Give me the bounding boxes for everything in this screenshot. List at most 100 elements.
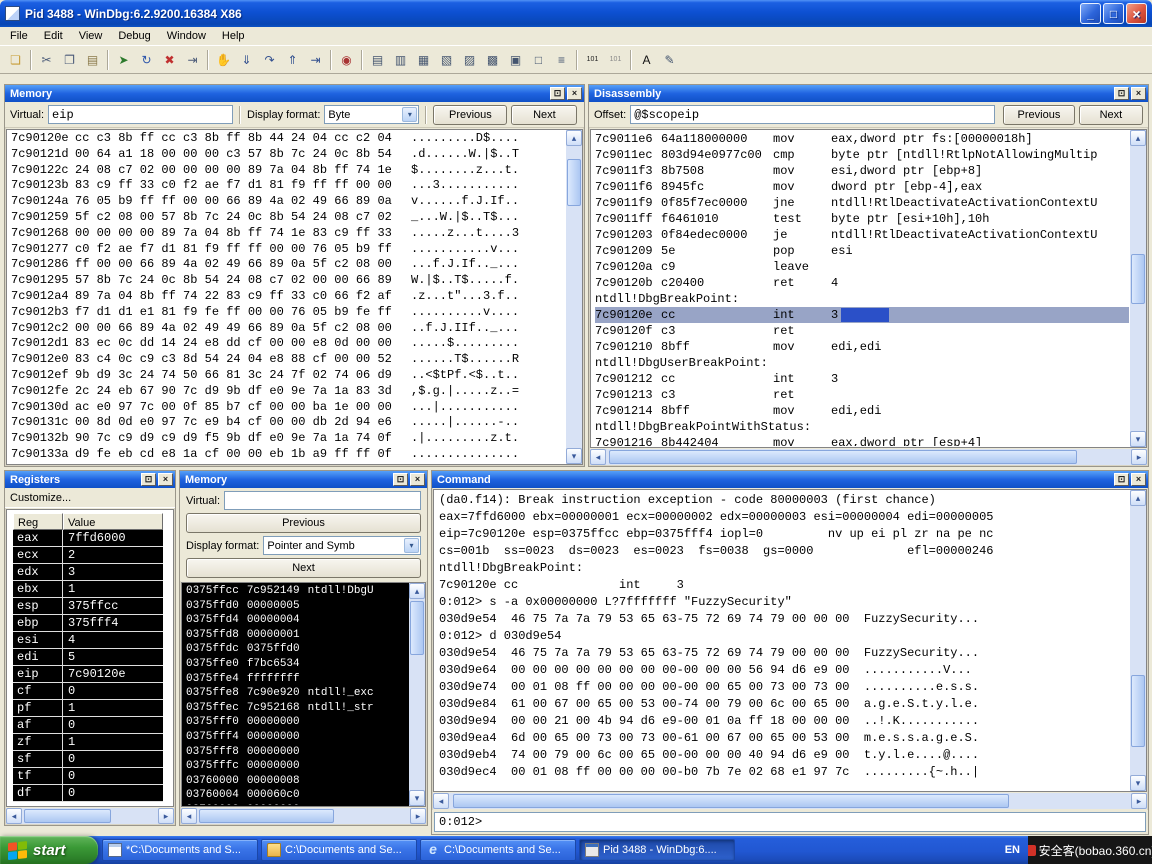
go-button[interactable]: ➤ — [112, 49, 135, 71]
disassembly-listing[interactable]: 7c9011e664a118000000moveax,dword ptr fs:… — [595, 131, 1129, 446]
memory1-content[interactable]: 7c90120ecc c3 8b ff cc c3 8b ff 8b 44 24… — [6, 129, 583, 465]
command-horizontal-scrollbar[interactable]: ◂▸ — [433, 793, 1147, 809]
scroll-thumb[interactable] — [199, 809, 334, 823]
scroll-thumb[interactable] — [609, 450, 1077, 464]
menu-item-edit[interactable]: Edit — [36, 28, 71, 44]
chevron-down-icon[interactable]: ▾ — [402, 107, 417, 122]
title-bar[interactable]: Pid 3488 - WinDbg:6.2.9200.16384 X86 _ □… — [0, 0, 1152, 27]
value-column-header[interactable]: Value — [63, 513, 163, 530]
scroll-left-button[interactable]: ◂ — [181, 808, 197, 824]
scroll-thumb[interactable] — [567, 159, 581, 206]
menu-item-window[interactable]: Window — [159, 28, 214, 44]
registers-horizontal-scrollbar[interactable]: ◂▸ — [6, 808, 174, 824]
memory1-title-bar[interactable]: Memory ⊡ × — [5, 85, 584, 102]
copy-button[interactable]: ❐ — [58, 49, 81, 71]
memory2-title-bar[interactable]: Memory ⊡ × — [180, 471, 427, 488]
memory1-previous-button[interactable]: Previous — [433, 105, 507, 125]
memory1-next-button[interactable]: Next — [511, 105, 577, 125]
start-button[interactable]: start — [0, 836, 98, 864]
disassembly-window-button[interactable]: ▣ — [504, 49, 527, 71]
memory-pointer-dump[interactable]: 0375ffcc7c952149ntdll!DbgU0375ffd0000000… — [186, 584, 408, 805]
disassembly-next-button[interactable]: Next — [1079, 105, 1143, 125]
run-to-cursor-button[interactable]: ⇥ — [304, 49, 327, 71]
disassembly-previous-button[interactable]: Previous — [1003, 105, 1075, 125]
scroll-down-button[interactable]: ▾ — [566, 448, 582, 464]
menu-item-file[interactable]: File — [2, 28, 36, 44]
memory2-previous-button[interactable]: Previous — [186, 513, 421, 533]
memory2-horizontal-scrollbar[interactable]: ◂▸ — [181, 808, 426, 824]
memory-window-button[interactable]: ▨ — [458, 49, 481, 71]
memory2-close-button[interactable]: × — [410, 473, 425, 486]
reg-column-header[interactable]: Reg — [13, 513, 63, 530]
disassembly-dock-button[interactable]: ⊡ — [1114, 87, 1129, 100]
scratch-pad-button[interactable]: □ — [527, 49, 550, 71]
scroll-thumb[interactable] — [24, 809, 111, 823]
scroll-left-button[interactable]: ◂ — [433, 793, 449, 809]
memory2-dock-button[interactable]: ⊡ — [393, 473, 408, 486]
disassembly-offset-input[interactable] — [630, 105, 995, 124]
properties-button[interactable]: ✎ — [658, 49, 681, 71]
registers-window-button[interactable]: ▧ — [435, 49, 458, 71]
stop-debugging-button[interactable]: ✖ — [158, 49, 181, 71]
step-out-button[interactable]: ⇑ — [281, 49, 304, 71]
minimize-button[interactable]: _ — [1080, 3, 1101, 24]
scroll-down-button[interactable]: ▾ — [1130, 775, 1146, 791]
command-window-button[interactable]: ▤ — [366, 49, 389, 71]
memory1-close-button[interactable]: × — [567, 87, 582, 100]
processes-threads-button[interactable]: ≡ — [550, 49, 573, 71]
memory1-display-format-select[interactable]: Byte ▾ — [324, 105, 419, 124]
menu-item-help[interactable]: Help — [214, 28, 253, 44]
disassembly-horizontal-scrollbar[interactable]: ◂▸ — [590, 449, 1147, 465]
source-mode-on-button[interactable]: 101 — [581, 49, 604, 71]
close-button[interactable]: × — [1126, 3, 1147, 24]
scroll-up-button[interactable]: ▴ — [1130, 130, 1146, 146]
scroll-thumb[interactable] — [1131, 675, 1145, 747]
detach-process-button[interactable]: ⇥ — [181, 49, 204, 71]
customize-link[interactable]: Customize... — [10, 492, 71, 504]
menu-item-view[interactable]: View — [71, 28, 111, 44]
disassembly-content[interactable]: 7c9011e664a118000000moveax,dword ptr fs:… — [590, 129, 1147, 448]
command-title-bar[interactable]: Command ⊡ × — [432, 471, 1148, 488]
source-mode-off-button[interactable]: 101 — [604, 49, 627, 71]
memory2-next-button[interactable]: Next — [186, 558, 421, 578]
restart-button[interactable]: ↻ — [135, 49, 158, 71]
cut-button[interactable]: ✂ — [35, 49, 58, 71]
open-source-file-button[interactable]: ❏ — [4, 49, 27, 71]
command-vertical-scrollbar[interactable]: ▴▾ — [1130, 490, 1146, 791]
step-over-button[interactable]: ↷ — [258, 49, 281, 71]
command-close-button[interactable]: × — [1131, 473, 1146, 486]
scroll-left-button[interactable]: ◂ — [6, 808, 22, 824]
registers-close-button[interactable]: × — [158, 473, 173, 486]
menu-item-debug[interactable]: Debug — [110, 28, 158, 44]
scroll-right-button[interactable]: ▸ — [1131, 449, 1147, 465]
scroll-down-button[interactable]: ▾ — [409, 790, 425, 806]
scroll-left-button[interactable]: ◂ — [590, 449, 606, 465]
break-button[interactable]: ✋ — [212, 49, 235, 71]
taskbar-button[interactable]: Pid 3488 - WinDbg:6.... — [579, 839, 735, 861]
command-dock-button[interactable]: ⊡ — [1114, 473, 1129, 486]
memory1-vertical-scrollbar[interactable]: ▴▾ — [566, 130, 582, 464]
call-stack-window-button[interactable]: ▩ — [481, 49, 504, 71]
watch-window-button[interactable]: ▥ — [389, 49, 412, 71]
disassembly-close-button[interactable]: × — [1131, 87, 1146, 100]
scroll-thumb[interactable] — [1131, 254, 1145, 305]
scroll-up-button[interactable]: ▴ — [409, 583, 425, 599]
disassembly-vertical-scrollbar[interactable]: ▴▾ — [1130, 130, 1146, 447]
scroll-right-button[interactable]: ▸ — [158, 808, 174, 824]
scroll-up-button[interactable]: ▴ — [1130, 490, 1146, 506]
command-output[interactable]: (da0.f14): Break instruction exception -… — [439, 492, 1129, 790]
locals-window-button[interactable]: ▦ — [412, 49, 435, 71]
disassembly-title-bar[interactable]: Disassembly ⊡ × — [589, 85, 1148, 102]
language-indicator[interactable]: EN — [997, 844, 1028, 856]
scroll-up-button[interactable]: ▴ — [566, 130, 582, 146]
memory1-virtual-input[interactable] — [48, 105, 233, 124]
registers-content[interactable]: Reg Value eax7ffd6000ecx2edx3ebx1esp375f… — [6, 509, 174, 807]
memory2-display-format-select[interactable]: Pointer and Symb ▾ — [263, 536, 421, 555]
memory-hex-dump[interactable]: 7c90120ecc c3 8b ff cc c3 8b ff 8b 44 24… — [11, 131, 565, 463]
memory2-content[interactable]: 0375ffcc7c952149ntdll!DbgU0375ffd0000000… — [181, 582, 426, 807]
step-into-button[interactable]: ⇓ — [235, 49, 258, 71]
command-input[interactable] — [482, 814, 1145, 830]
chevron-down-icon[interactable]: ▾ — [404, 538, 419, 553]
scroll-right-button[interactable]: ▸ — [1131, 793, 1147, 809]
taskbar-button[interactable]: C:\Documents and Se... — [261, 839, 417, 861]
